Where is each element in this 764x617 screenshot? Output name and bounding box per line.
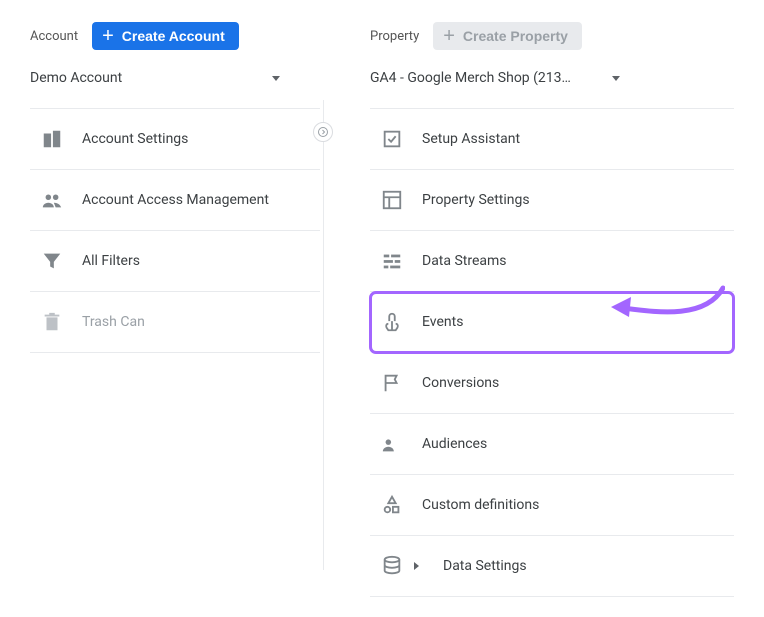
menu-item-label: Account Settings: [82, 130, 310, 148]
menu-item-label: Conversions: [422, 374, 724, 392]
plus-icon: +: [102, 29, 114, 43]
property-column: Property + Create Property GA4 - Google …: [340, 20, 734, 597]
menu-item-label: Data Settings: [443, 557, 724, 575]
account-column: Account + Create Account Demo Account Ac…: [30, 20, 340, 597]
account-selector[interactable]: Demo Account: [30, 66, 280, 100]
menu-item-conversions[interactable]: Conversions: [370, 353, 734, 414]
trash-icon: [40, 310, 64, 334]
menu-item-label: All Filters: [82, 252, 310, 270]
flag-icon: [380, 371, 404, 395]
property-selected-text: GA4 - Google Merch Shop (213…: [370, 70, 571, 86]
layout-icon: [380, 188, 404, 212]
menu-item-label: Data Streams: [422, 252, 724, 270]
menu-item-account-settings[interactable]: Account Settings: [30, 108, 320, 170]
pane-toggle-button[interactable]: [313, 122, 333, 142]
menu-item-setup-assistant[interactable]: Setup Assistant: [370, 108, 734, 170]
chevron-down-icon: [612, 76, 620, 81]
database-icon: [380, 554, 404, 578]
account-selected-text: Demo Account: [30, 70, 122, 86]
menu-item-label: Events: [422, 313, 724, 331]
menu-item-label: Setup Assistant: [422, 130, 724, 148]
menu-item-label: Account Access Management: [82, 191, 310, 209]
menu-item-property-settings[interactable]: Property Settings: [370, 170, 734, 231]
account-menu: Account Settings Account Access Manageme…: [30, 108, 320, 353]
menu-item-label: Property Settings: [422, 191, 724, 209]
people-icon: [40, 188, 64, 212]
checklist-icon: [380, 127, 404, 151]
audience-icon: [380, 432, 404, 456]
property-header-label: Property: [370, 29, 419, 44]
shapes-icon: [380, 493, 404, 517]
menu-item-data-streams[interactable]: Data Streams: [370, 231, 734, 292]
create-property-label: Create Property: [463, 28, 568, 44]
menu-item-events[interactable]: Events: [370, 292, 734, 353]
menu-item-label: Trash Can: [82, 313, 310, 331]
column-divider: [323, 100, 324, 570]
streams-icon: [380, 249, 404, 273]
menu-item-audiences[interactable]: Audiences: [370, 414, 734, 475]
chevron-down-icon: [272, 76, 280, 81]
property-menu: Setup Assistant Property Settings Data S…: [370, 108, 734, 597]
plus-icon: +: [443, 29, 455, 43]
menu-item-custom-definitions[interactable]: Custom definitions: [370, 475, 734, 536]
account-header-label: Account: [30, 29, 78, 44]
filter-icon: [40, 249, 64, 273]
create-property-button: + Create Property: [433, 22, 582, 50]
property-selector[interactable]: GA4 - Google Merch Shop (213…: [370, 66, 620, 100]
menu-item-label: Audiences: [422, 435, 724, 453]
menu-item-trash-can[interactable]: Trash Can: [30, 292, 320, 353]
menu-item-account-access[interactable]: Account Access Management: [30, 170, 320, 231]
menu-item-data-settings[interactable]: Data Settings: [370, 536, 734, 597]
chevron-right-icon: [414, 562, 419, 570]
menu-item-all-filters[interactable]: All Filters: [30, 231, 320, 292]
menu-item-label: Custom definitions: [422, 496, 724, 514]
touch-icon: [380, 310, 404, 334]
create-account-button[interactable]: + Create Account: [92, 22, 239, 50]
create-account-label: Create Account: [122, 28, 225, 44]
buildings-icon: [40, 127, 64, 151]
